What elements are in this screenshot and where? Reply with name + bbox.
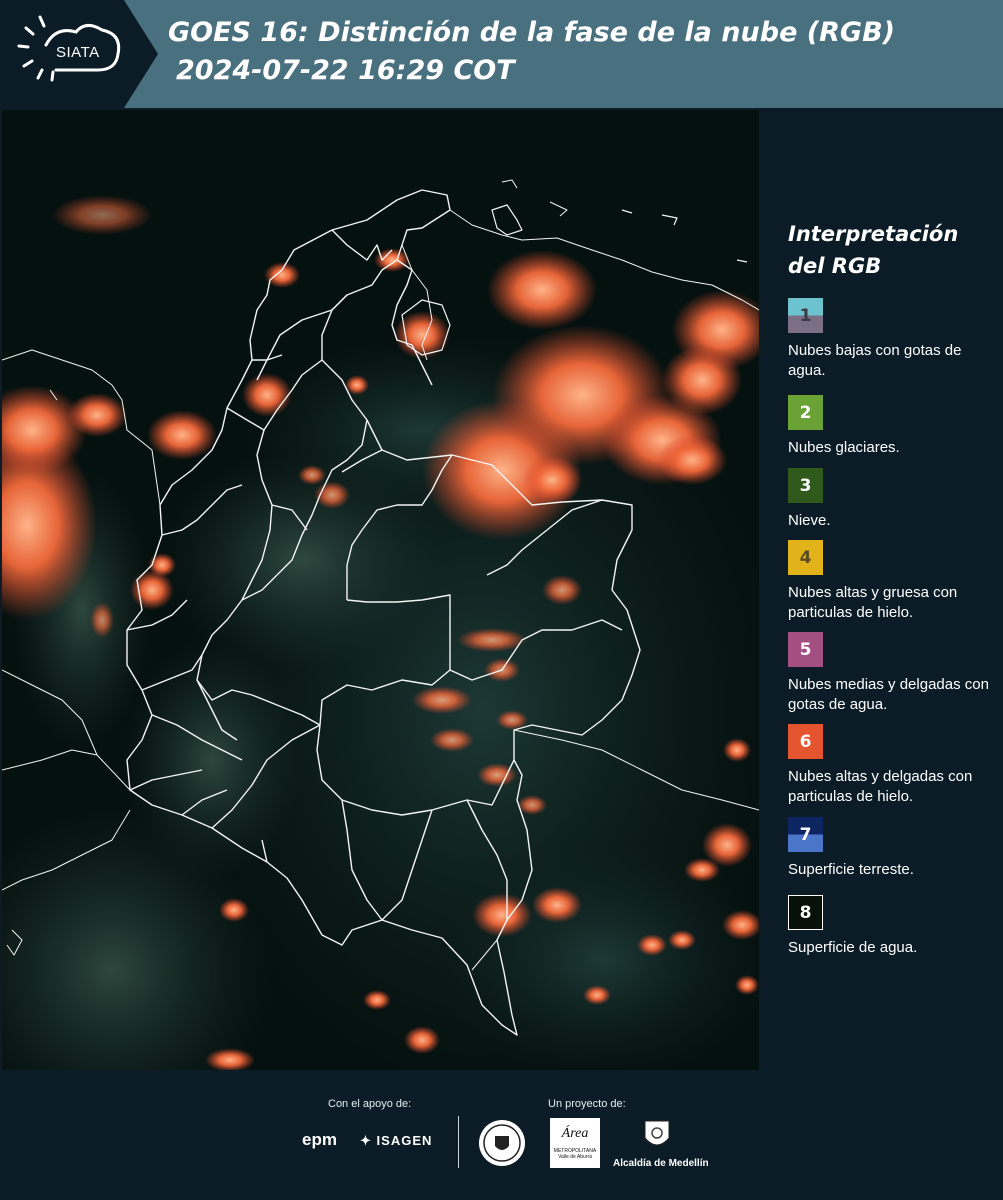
legend-swatch-3: 3	[788, 468, 823, 503]
legend-item-8: 8 Superficie de agua.	[788, 895, 1000, 958]
siata-logo: SIATA	[0, 0, 158, 108]
legend-number-6: 6	[799, 731, 812, 752]
legend-swatch-7: 7	[788, 817, 823, 852]
legend-number-5: 5	[799, 639, 812, 660]
alcaldia-logo-text: Alcaldía de Medellín	[613, 1158, 709, 1169]
legend-label-2: Nubes glaciares.	[788, 439, 900, 456]
legend-number-1: 1	[799, 305, 812, 326]
legend-label-7: Superficie terreste.	[788, 861, 914, 878]
isagen-logo: ✦ ISAGEN	[360, 1133, 432, 1149]
legend-number-3: 3	[799, 475, 812, 496]
legend-label-3: Nieve.	[788, 512, 831, 529]
legend-swatch-6: 6	[788, 724, 823, 759]
legend-item-5: 5 Nubes medias y delgadas con gotas de a…	[788, 632, 1000, 715]
legend-item-2: 2 Nubes glaciares.	[788, 395, 1000, 458]
legend-swatch-8: 8	[788, 895, 823, 930]
isagen-star-icon: ✦	[360, 1133, 372, 1148]
legend-number-4: 4	[799, 547, 812, 568]
footer-divider	[458, 1116, 459, 1168]
support-label: Con el apoyo de:	[328, 1098, 412, 1110]
area-logo-title: Área	[561, 1126, 589, 1141]
legend-label-6: Nubes altas y delgadas con particulas de…	[788, 768, 973, 805]
legend-item-1: 1 Nubes bajas con gotas de agua.	[788, 298, 1000, 381]
legend-label-1: Nubes bajas con gotas de agua.	[788, 342, 962, 379]
area-metropolitana-logo: Área METROPOLITANA Valle de Aburrá	[550, 1118, 600, 1168]
title-line1: GOES 16: Distinción de la fase de la nub…	[168, 17, 895, 48]
seal-logo	[477, 1118, 527, 1168]
legend-number-8: 8	[799, 902, 812, 923]
title-datetime: 2024-07-22 16:29 COT	[176, 55, 515, 86]
project-label: Un proyecto de:	[548, 1098, 626, 1110]
alcaldia-shield-icon	[642, 1118, 672, 1154]
legend-label-5: Nubes medias y delgadas con gotas de agu…	[788, 676, 989, 713]
legend-panel: Interpretación del RGB 1 Nubes bajas con…	[760, 110, 1003, 1070]
legend-item-3: 3 Nieve.	[788, 468, 1000, 531]
legend-item-4: 4 Nubes altas y gruesa con particulas de…	[788, 540, 1000, 623]
siata-logo-text: SIATA	[56, 44, 100, 61]
header-bar: SIATA GOES 16: Distinción de la fase de …	[0, 0, 1003, 108]
area-logo-subtitle2: Valle de Aburrá	[558, 1154, 592, 1160]
legend-swatch-5: 5	[788, 632, 823, 667]
legend-swatch-1: 1	[788, 298, 823, 333]
page-title: GOES 16: Distinción de la fase de la nub…	[168, 14, 895, 90]
legend-item-6: 6 Nubes altas y delgadas con particulas …	[788, 724, 1000, 807]
legend-number-2: 2	[799, 402, 812, 423]
legend-swatch-2: 2	[788, 395, 823, 430]
epm-logo: epm	[302, 1130, 337, 1150]
isagen-logo-text: ISAGEN	[376, 1133, 433, 1148]
legend-label-4: Nubes altas y gruesa con particulas de h…	[788, 584, 958, 621]
footer: Con el apoyo de: Un proyecto de: epm ✦ I…	[0, 1070, 1003, 1200]
legend-title: Interpretación del RGB	[788, 222, 959, 278]
legend-swatch-4: 4	[788, 540, 823, 575]
legend-item-7: 7 Superficie terreste.	[788, 817, 1000, 880]
satellite-map	[2, 110, 759, 1070]
epm-logo-text: epm	[302, 1130, 337, 1149]
legend-label-8: Superficie de agua.	[788, 939, 918, 956]
legend-number-7: 7	[799, 824, 812, 845]
